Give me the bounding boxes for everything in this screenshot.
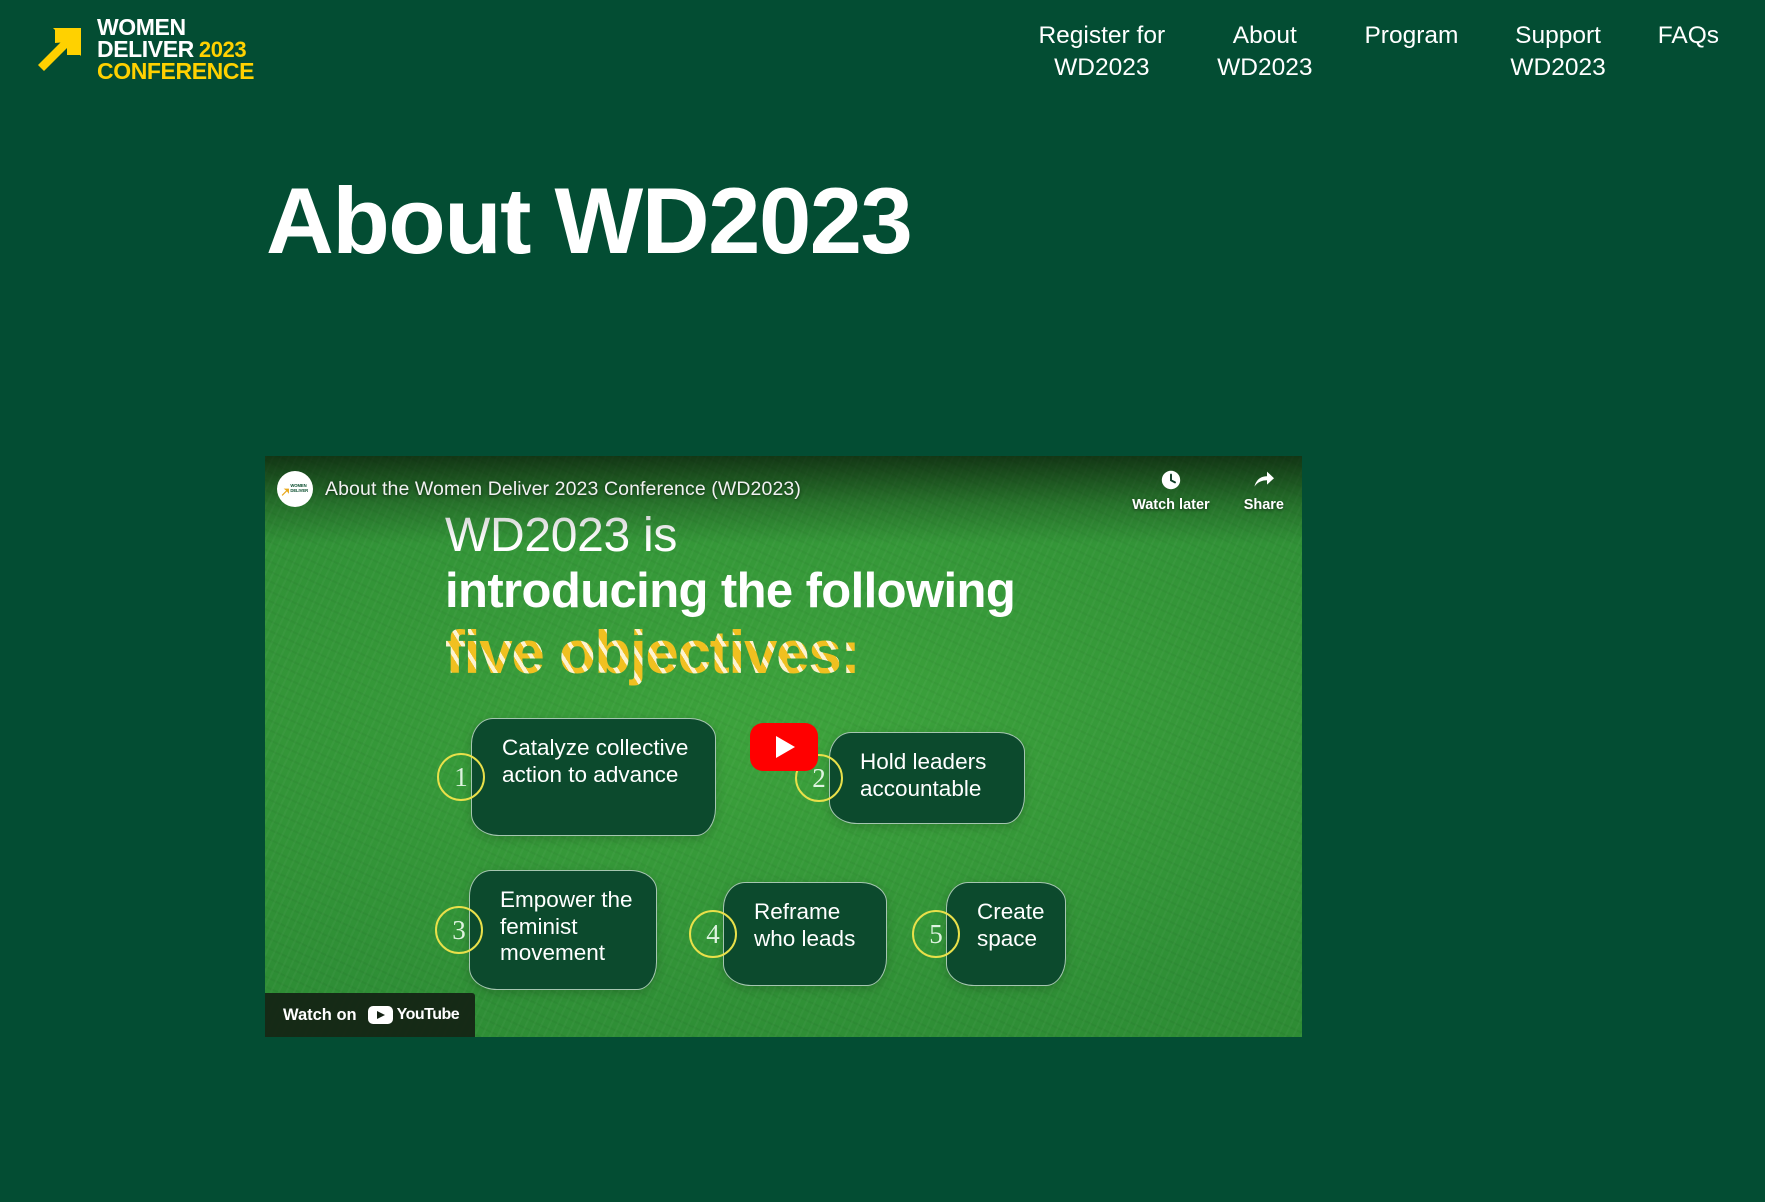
youtube-logo-icon: YouTube (367, 1006, 460, 1024)
share-label: Share (1243, 497, 1284, 513)
play-triangle-icon (776, 735, 795, 758)
logo-line-conference: CONFERENCE (97, 58, 255, 85)
share-arrow-icon (1252, 468, 1276, 492)
logo-line-deliver: DELIVER (97, 35, 194, 62)
clock-icon (1159, 468, 1183, 492)
youtube-brand-label: YouTube (396, 1006, 460, 1023)
objective-text-3: Empower the feminist movement (469, 870, 657, 990)
objective-text-1: Catalyze collective action to advance (471, 718, 716, 836)
objective-card-4: 4 Reframe who leads (689, 882, 887, 986)
nav-item-about-line2: WD2023 (1217, 54, 1313, 82)
nav-item-support-line1: Support (1515, 22, 1601, 49)
avatar-wordmark: WOMEN DELIVER (291, 484, 309, 493)
logo-wordmark: WOMEN DELIVER 2023 CONFERENCE (97, 13, 255, 85)
nav-item-support-line2: WD2023 (1510, 54, 1606, 82)
watch-on-label: Watch on (283, 1005, 357, 1024)
video-title[interactable]: About the Women Deliver 2023 Conference … (325, 478, 801, 501)
watch-later-label: Watch later (1132, 497, 1210, 513)
objective-text-5: Create space (946, 882, 1066, 986)
watch-later-button[interactable]: Watch later (1132, 468, 1210, 513)
nav-item-program-line1: Program (1364, 22, 1459, 49)
objective-card-1: 1 Catalyze collective action to advance (437, 718, 716, 836)
logo-line-year: 2023 (198, 36, 247, 62)
objective-card-2: 2 Hold leaders accountable (795, 732, 1025, 824)
avatar-arrow-icon (282, 485, 290, 497)
objective-text-4: Reframe who leads (723, 882, 887, 986)
objective-card-3: 3 Empower the feminist movement (435, 870, 657, 990)
main-nav: Register for WD2023 About WD2023 Program… (1012, 20, 1745, 85)
site-header: WOMEN DELIVER 2023 CONFERENCE Register f… (0, 0, 1765, 105)
nav-item-about-line1: About (1232, 22, 1297, 49)
objective-number-3: 3 (435, 906, 483, 954)
nav-item-register[interactable]: Register for WD2023 (1012, 20, 1191, 85)
nav-item-faqs-line1: FAQs (1657, 22, 1719, 49)
nav-item-faqs[interactable]: FAQs (1632, 20, 1745, 52)
nav-item-register-line2: WD2023 (1054, 54, 1150, 82)
objective-number-5: 5 (912, 910, 960, 958)
nav-item-support[interactable]: Support WD2023 (1484, 20, 1631, 85)
objective-number-1: 1 (437, 753, 485, 801)
nav-item-about[interactable]: About WD2023 (1191, 20, 1338, 85)
youtube-video-embed[interactable]: WD2023 is introducing the following five… (265, 456, 1302, 1037)
channel-avatar[interactable]: WOMEN DELIVER (277, 471, 313, 507)
video-actions: Watch later Share (1132, 468, 1284, 513)
share-button[interactable]: Share (1244, 468, 1284, 513)
avatar-wordmark-line2: DELIVER (290, 488, 309, 493)
site-logo[interactable]: WOMEN DELIVER 2023 CONFERENCE (34, 15, 254, 83)
objective-text-2: Hold leaders accountable (829, 732, 1025, 824)
watch-on-youtube-button[interactable]: Watch on YouTube (265, 993, 476, 1037)
page-title: About WD2023 (266, 168, 913, 273)
nav-item-register-line1: Register for (1038, 22, 1166, 49)
nav-item-program[interactable]: Program (1338, 20, 1484, 52)
logo-line-women: WOMEN (97, 13, 186, 40)
video-title-row[interactable]: WOMEN DELIVER About the Women Deliver 20… (277, 471, 801, 507)
diagonal-arrow-icon (34, 21, 90, 77)
play-button[interactable] (749, 722, 818, 771)
objective-card-5: 5 Create space (912, 882, 1066, 986)
objective-number-4: 4 (689, 910, 737, 958)
